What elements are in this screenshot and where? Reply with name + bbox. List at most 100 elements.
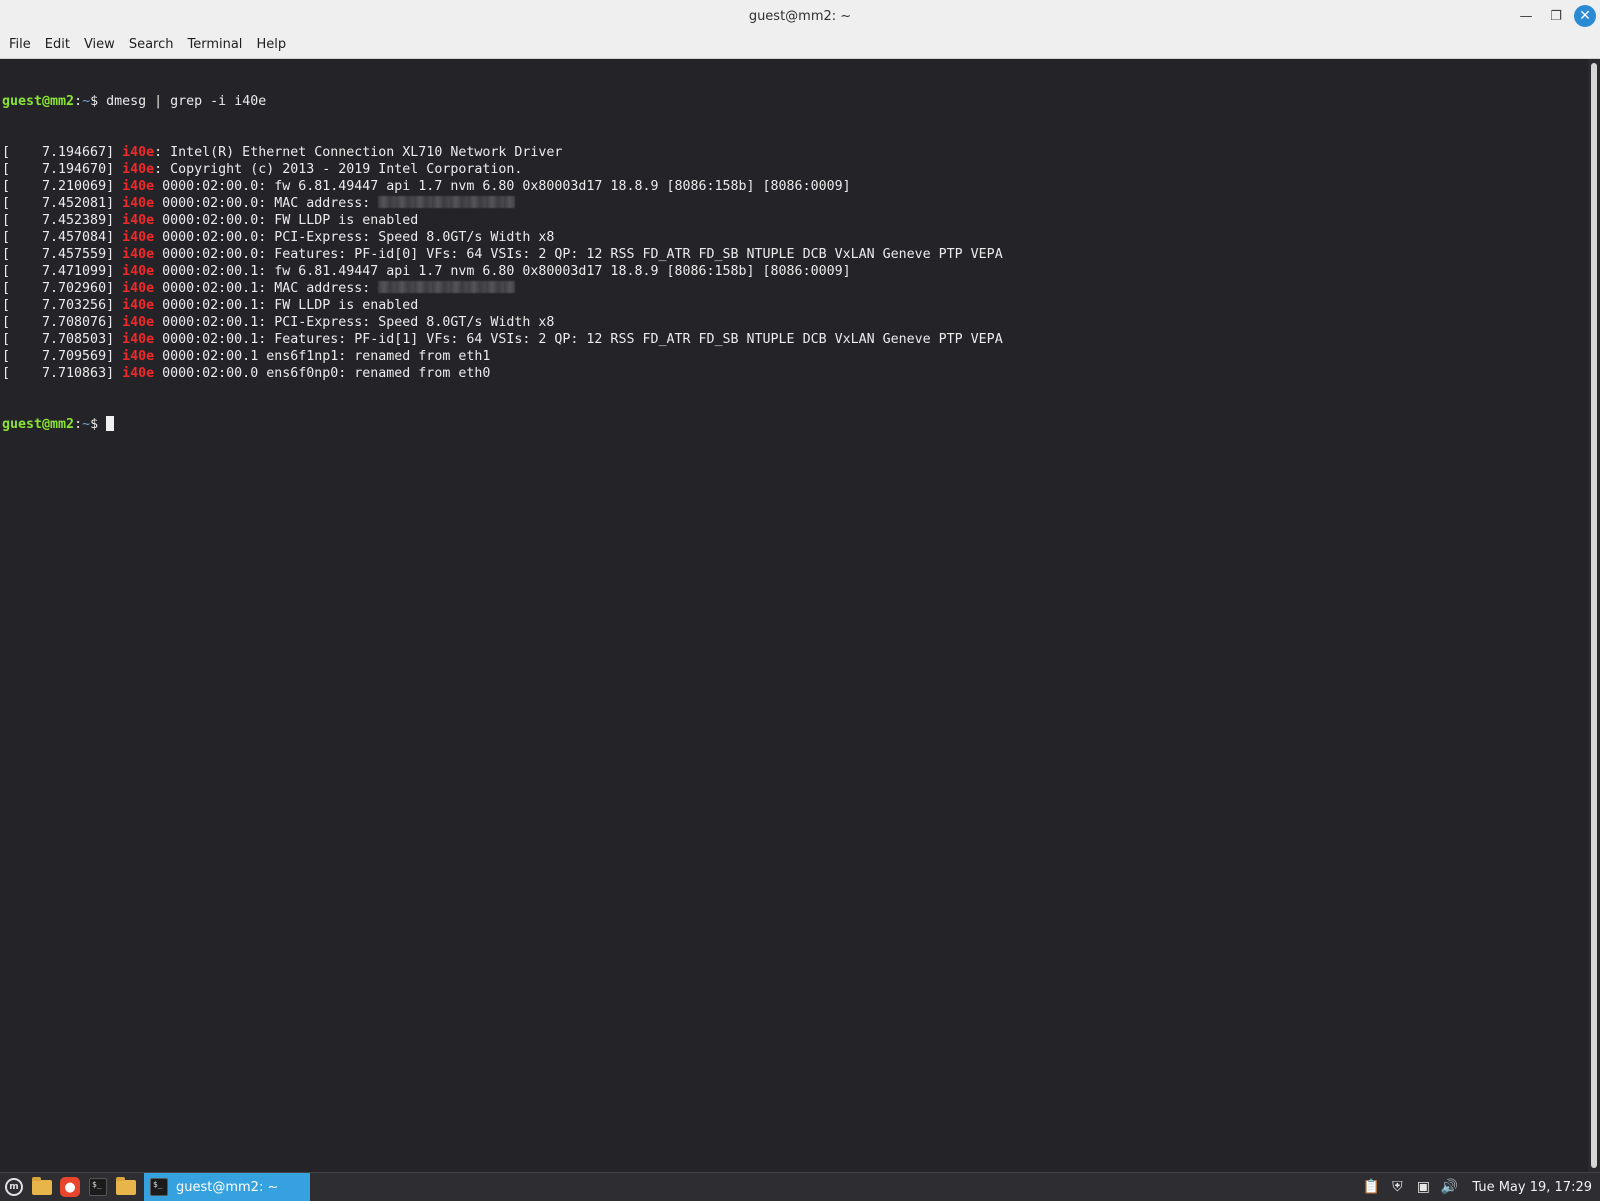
terminal-output[interactable]: guest@mm2:~$ dmesg | grep -i i40e [ 7.19… [0,59,1590,1172]
files-launcher[interactable] [112,1173,140,1201]
clock[interactable]: Tue May 19, 17:29 [1472,1180,1592,1195]
terminal-launcher[interactable]: $_ [84,1173,112,1201]
linux-mint-icon: m [5,1178,23,1196]
menu-help[interactable]: Help [249,32,293,58]
grep-match: i40e [122,315,155,330]
log-message: : Intel(R) Ethernet Connection XL710 Net… [154,145,563,160]
show-desktop-launcher[interactable] [28,1173,56,1201]
log-line: [ 7.210069] i40e 0000:02:00.0: fw 6.81.4… [2,178,1590,195]
text-cursor [106,416,115,431]
shield-icon[interactable]: ⛨ [1388,1178,1406,1196]
log-message: 0000:02:00.0: MAC address: [154,196,379,211]
log-line: [ 7.452081] i40e 0000:02:00.0: MAC addre… [2,195,1590,212]
maximize-icon[interactable]: ❐ [1544,4,1568,28]
grep-match: i40e [122,332,155,347]
log-line: [ 7.708503] i40e 0000:02:00.1: Features:… [2,331,1590,348]
log-timestamp: [ 7.194670] [2,162,123,177]
log-timestamp: [ 7.710863] [2,366,123,381]
menu-search[interactable]: Search [122,32,181,58]
log-line: [ 7.194667] i40e: Intel(R) Ethernet Conn… [2,144,1590,161]
log-timestamp: [ 7.709569] [2,349,123,364]
log-message: 0000:02:00.1 ens6f1np1: renamed from eth… [154,349,491,364]
log-message: 0000:02:00.1: MAC address: [154,281,379,296]
taskbar-window-button[interactable]: $_ guest@mm2: ~ [144,1173,310,1201]
log-timestamp: [ 7.703256] [2,298,123,313]
log-timestamp: [ 7.457559] [2,247,123,262]
prompt-separator: : [74,94,83,109]
taskbar-window-label: guest@mm2: ~ [176,1179,279,1195]
grep-match: i40e [122,196,155,211]
window-title: guest@mm2: ~ [748,8,852,24]
log-timestamp: [ 7.210069] [2,179,123,194]
scrollbar-thumb[interactable] [1591,63,1597,1168]
grep-match: i40e [122,213,155,228]
window-controls: — ❐ ✕ [1514,0,1596,32]
log-line: [ 7.452389] i40e 0000:02:00.0: FW LLDP i… [2,212,1590,229]
log-line: [ 7.457084] i40e 0000:02:00.0: PCI-Expre… [2,229,1590,246]
system-tray: 📋 ⛨ ▣ 🔊 Tue May 19, 17:29 [1362,1173,1600,1201]
log-message: 0000:02:00.1: FW LLDP is enabled [154,298,419,313]
command-line: guest@mm2:~$ dmesg | grep -i i40e [2,93,1590,110]
desktop-folder-icon [32,1176,52,1195]
command-text: dmesg | grep -i i40e [106,94,267,109]
grep-match: i40e [122,247,155,262]
prompt-separator: : [74,417,83,432]
log-message: 0000:02:00.0: PCI-Express: Speed 8.0GT/s… [154,230,555,245]
vertical-scrollbar[interactable] [1588,59,1600,1172]
log-message: 0000:02:00.0: Features: PF-id[0] VFs: 64… [154,247,1003,262]
redacted-mac-address [378,196,516,208]
terminal-window: guest@mm2: ~ — ❐ ✕ File Edit View Search… [0,0,1600,1172]
redacted-mac-address [378,281,516,293]
log-timestamp: [ 7.457084] [2,230,123,245]
log-line: [ 7.710863] i40e 0000:02:00.0 ens6f0np0:… [2,365,1590,382]
close-icon[interactable]: ✕ [1574,5,1596,27]
menu-file[interactable]: File [2,32,38,58]
log-message: 0000:02:00.1: Features: PF-id[1] VFs: 64… [154,332,1003,347]
log-timestamp: [ 7.708503] [2,332,123,347]
log-line: [ 7.457559] i40e 0000:02:00.0: Features:… [2,246,1590,263]
log-message: 0000:02:00.0: fw 6.81.49447 api 1.7 nvm … [154,179,851,194]
grep-match: i40e [122,145,155,160]
clipboard-icon[interactable]: 📋 [1362,1178,1380,1196]
log-message: : Copyright (c) 2013 - 2019 Intel Corpor… [154,162,523,177]
grep-match: i40e [122,179,155,194]
prompt-symbol: $ [90,94,107,109]
log-message: 0000:02:00.1: fw 6.81.49447 api 1.7 nvm … [154,264,851,279]
log-line: [ 7.708076] i40e 0000:02:00.1: PCI-Expre… [2,314,1590,331]
grep-match: i40e [122,281,155,296]
grep-match: i40e [122,264,155,279]
prompt-user: guest@mm2 [2,417,75,432]
menu-terminal[interactable]: Terminal [180,32,249,58]
firefox-icon: ● [60,1177,80,1197]
grep-match: i40e [122,366,155,381]
grep-match: i40e [122,298,155,313]
log-line: [ 7.703256] i40e 0000:02:00.1: FW LLDP i… [2,297,1590,314]
firefox-launcher[interactable]: ● [56,1173,84,1201]
log-message: 0000:02:00.1: PCI-Express: Speed 8.0GT/s… [154,315,555,330]
network-icon[interactable]: ▣ [1414,1178,1432,1196]
prompt-symbol: $ [90,417,107,432]
log-message: 0000:02:00.0: FW LLDP is enabled [154,213,419,228]
menu-launcher[interactable]: m [0,1173,28,1201]
menu-view[interactable]: View [77,32,122,58]
log-timestamp: [ 7.194667] [2,145,123,160]
log-timestamp: [ 7.471099] [2,264,123,279]
taskbar: m ● $_ $_ guest@mm2: ~ 📋 ⛨ ▣ 🔊 Tue May 1… [0,1172,1600,1201]
files-folder-icon [116,1176,136,1195]
log-message: 0000:02:00.0 ens6f0np0: renamed from eth… [154,366,491,381]
terminal-task-icon: $_ [150,1178,168,1196]
prompt-user: guest@mm2 [2,94,75,109]
log-line: [ 7.709569] i40e 0000:02:00.1 ens6f1np1:… [2,348,1590,365]
log-timestamp: [ 7.452081] [2,196,123,211]
menu-edit[interactable]: Edit [38,32,77,58]
active-prompt-line[interactable]: guest@mm2:~$ [2,416,1590,433]
log-timestamp: [ 7.702960] [2,281,123,296]
grep-match: i40e [122,349,155,364]
grep-match: i40e [122,230,155,245]
log-output: [ 7.194667] i40e: Intel(R) Ethernet Conn… [2,144,1590,382]
minimize-icon[interactable]: — [1514,4,1538,28]
log-line: [ 7.194670] i40e: Copyright (c) 2013 - 2… [2,161,1590,178]
volume-icon[interactable]: 🔊 [1440,1178,1458,1196]
title-bar[interactable]: guest@mm2: ~ — ❐ ✕ [0,0,1600,32]
terminal-icon: $_ [89,1178,107,1196]
